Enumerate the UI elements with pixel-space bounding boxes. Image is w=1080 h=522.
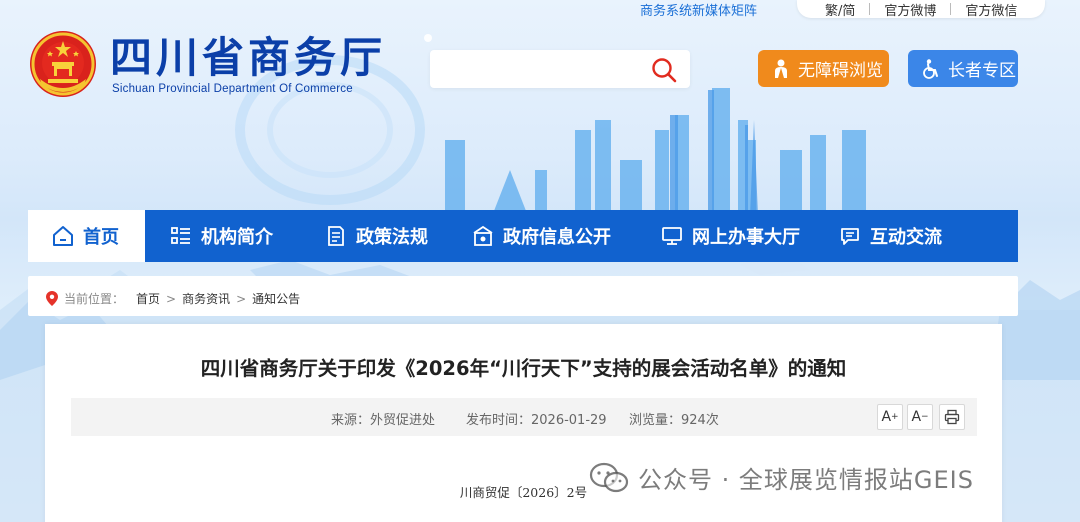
top-links-pill: 繁/简 官方微博 官方微信 xyxy=(797,0,1046,19)
font-decrease-button[interactable]: A − xyxy=(907,404,933,430)
national-emblem-logo xyxy=(30,31,96,97)
nav-label: 政策法规 xyxy=(356,227,428,248)
wheelchair-icon xyxy=(923,58,938,79)
traditional-simplified-toggle[interactable]: 繁/简 xyxy=(811,0,869,19)
official-weibo-link[interactable]: 官方微博 xyxy=(870,0,950,19)
home-icon xyxy=(53,226,73,246)
article-meta-bar: 来源：外贸促进处 发布时间：2026-01-29 浏览量：924次 A + A − xyxy=(71,398,977,436)
breadcrumb: 当前位置： 首页 > 商务资讯 > 通知公告 xyxy=(46,290,300,307)
nav-label: 互动交流 xyxy=(870,227,942,248)
nav-item-policies[interactable]: 政策法规 xyxy=(300,210,448,262)
breadcrumb-bar: 当前位置： 首页 > 商务资讯 > 通知公告 xyxy=(28,276,1018,316)
nav-label: 政府信息公开 xyxy=(503,227,611,248)
wechat-icon xyxy=(589,462,629,492)
article-title: 四川省商务厅关于印发《2026年“川行天下”支持的展会活动名单》的通知 xyxy=(200,357,847,380)
location-pin-icon xyxy=(46,291,58,306)
breadcrumb-label: 当前位置： xyxy=(64,292,125,306)
document-icon xyxy=(328,226,344,246)
nav-item-home[interactable]: 首页 xyxy=(28,210,145,262)
accessibility-person-icon xyxy=(775,59,787,78)
monitor-icon xyxy=(662,227,682,245)
site-title: 四川省商务厅 xyxy=(110,33,387,82)
chat-icon xyxy=(841,228,859,245)
site-subtitle: Sichuan Provincial Department Of Commerc… xyxy=(112,83,353,95)
nav-label: 首页 xyxy=(83,227,119,248)
elder-zone-label: 长者专区 xyxy=(948,61,1016,81)
official-wechat-link[interactable]: 官方微信 xyxy=(951,0,1031,19)
new-media-matrix-link[interactable]: 商务系统新媒体矩阵 xyxy=(640,0,757,19)
printer-icon xyxy=(944,409,960,425)
breadcrumb-separator: > xyxy=(166,291,177,306)
print-button[interactable] xyxy=(939,404,965,430)
elder-zone-button[interactable]: 长者专区 xyxy=(908,50,1018,87)
accessible-browsing-label: 无障碍浏览 xyxy=(798,61,883,81)
accessible-browsing-button[interactable]: 无障碍浏览 xyxy=(758,50,889,87)
nav-item-online-services[interactable]: 网上办事大厅 xyxy=(636,210,826,262)
search-icon[interactable] xyxy=(650,56,678,84)
breadcrumb-separator: > xyxy=(236,291,247,306)
article-publish-date: 发布时间：2026-01-29 xyxy=(466,413,607,428)
breadcrumb-news-link[interactable]: 商务资讯 xyxy=(182,290,230,307)
font-increase-button[interactable]: A + xyxy=(877,404,903,430)
nav-label: 机构简介 xyxy=(201,227,273,248)
breadcrumb-notices-link[interactable]: 通知公告 xyxy=(252,290,300,307)
breadcrumb-home-link[interactable]: 首页 xyxy=(136,290,160,307)
article-view-count: 浏览量：924次 xyxy=(629,413,719,428)
list-icon xyxy=(171,227,190,244)
watermark-text: 公众号 · 全球展览情报站GEIS xyxy=(638,466,974,494)
nav-label: 网上办事大厅 xyxy=(692,227,800,248)
top-links-bar: 商务系统新媒体矩阵 繁/简 官方微博 官方微信 xyxy=(640,0,1046,19)
main-nav: 首页 机构简介 政策法规 政府信息公开 网上办事大厅 互动交流 xyxy=(28,210,1018,262)
building-icon xyxy=(473,225,493,246)
wechat-watermark: 公众号 · 全球展览情报站GEIS xyxy=(588,460,974,495)
nav-item-organization[interactable]: 机构简介 xyxy=(145,210,300,262)
nav-item-gov-info[interactable]: 政府信息公开 xyxy=(448,210,636,262)
nav-item-interaction[interactable]: 互动交流 xyxy=(826,210,1018,262)
search-input[interactable] xyxy=(440,56,640,82)
article-source: 来源：外贸促进处 xyxy=(331,413,436,428)
search-box xyxy=(430,50,690,88)
